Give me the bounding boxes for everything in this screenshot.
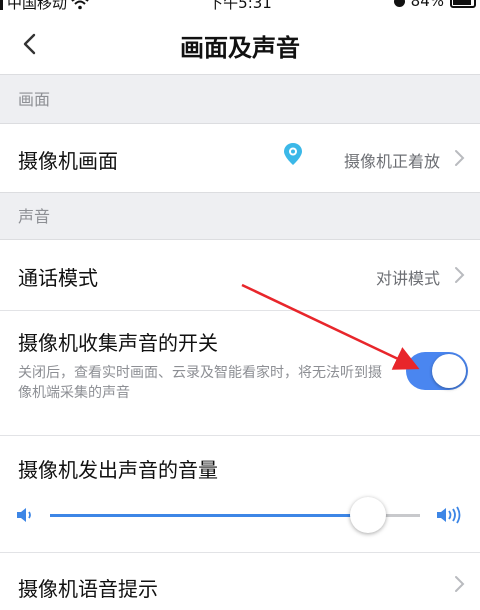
toggle-knob <box>432 354 466 388</box>
section-title-sound: 声音 <box>18 207 51 226</box>
volume-high-icon <box>437 506 461 524</box>
status-bar: 中国移动 下午5:31 84% <box>0 0 480 12</box>
battery-icon <box>450 0 476 8</box>
sound-collection-toggle[interactable] <box>406 352 468 390</box>
screen: 中国移动 下午5:31 84% 画面及声音 画面 摄像机画面 摄像机正着放 声音… <box>0 0 480 610</box>
section-header-picture: 画面 <box>0 74 480 124</box>
battery-percent: 84% <box>410 0 444 10</box>
output-volume-label: 摄像机发出声音的音量 <box>18 458 218 482</box>
sound-collection-label: 摄像机收集声音的开关 <box>18 331 218 355</box>
camera-picture-row[interactable]: 摄像机画面 摄像机正着放 <box>0 124 480 192</box>
page-title: 画面及声音 <box>180 34 300 62</box>
voice-prompt-label: 摄像机语音提示 <box>18 577 158 601</box>
status-right: 84% <box>393 0 476 10</box>
sound-collection-description: 关闭后，查看实时画面、云录及智能看家时，将无法听到摄像机端采集的声音 <box>18 365 382 401</box>
chevron-right-icon <box>455 150 465 166</box>
section-header-sound: 声音 <box>0 192 480 240</box>
call-mode-value: 对讲模式 <box>375 269 440 288</box>
volume-low-icon <box>17 508 31 522</box>
volume-slider-fill <box>50 514 369 517</box>
chevron-right-icon <box>455 576 465 592</box>
camera-picture-label: 摄像机画面 <box>18 149 118 173</box>
section-title-picture: 画面 <box>18 90 51 109</box>
chevron-right-icon <box>455 267 465 283</box>
voice-prompt-row[interactable]: 摄像机语音提示 <box>0 553 480 610</box>
sound-collection-row: 摄像机收集声音的开关 关闭后，查看实时画面、云录及智能看家时，将无法听到摄像机端… <box>0 311 480 435</box>
volume-slider-knob[interactable] <box>350 497 387 533</box>
location-pin-icon <box>284 143 302 165</box>
camera-picture-value: 摄像机正着放 <box>343 152 440 171</box>
call-mode-row[interactable]: 通话模式 对讲模式 <box>0 240 480 310</box>
call-mode-label: 通话模式 <box>18 266 98 290</box>
output-volume-row: 摄像机发出声音的音量 <box>0 436 480 552</box>
nav-bar: 画面及声音 <box>0 12 480 74</box>
do-not-disturb-icon <box>393 0 405 7</box>
